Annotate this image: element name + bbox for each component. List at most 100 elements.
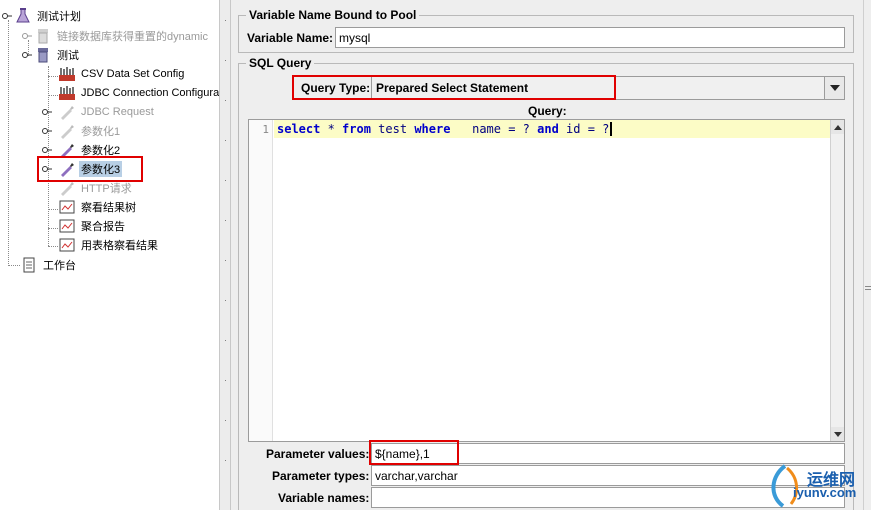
tree-item-label: JDBC Request bbox=[81, 105, 154, 118]
tree-item-label: 用表格察看结果 bbox=[81, 239, 158, 252]
tree-item-label: 参数化3 bbox=[79, 160, 123, 177]
tree-line bbox=[8, 265, 20, 266]
pool-group-title: Variable Name Bound to Pool bbox=[246, 8, 420, 22]
query-type-label: Query Type: bbox=[301, 81, 371, 95]
query-label: Query: bbox=[528, 104, 567, 118]
tree-line bbox=[48, 228, 58, 229]
sampler-pipette-icon bbox=[58, 180, 76, 196]
splitter-grip bbox=[225, 420, 226, 421]
tree-item-http-request[interactable]: HTTP请求 bbox=[58, 178, 134, 197]
scroll-grip bbox=[865, 289, 871, 290]
keyword: from bbox=[342, 122, 371, 136]
tree-line bbox=[48, 95, 58, 96]
tree-item-aggregate-report[interactable]: 聚合报告 bbox=[58, 216, 127, 235]
code-text: name = ? bbox=[450, 122, 538, 136]
tree-item-label: JDBC Connection Configurat bbox=[81, 86, 219, 99]
line-number-gutter: 1 bbox=[249, 120, 273, 441]
flask-icon bbox=[14, 7, 32, 24]
variable-name-label: Variable Name: bbox=[247, 31, 334, 45]
parameter-values-input[interactable] bbox=[371, 443, 845, 464]
tree-item-param-1[interactable]: 参数化1 bbox=[42, 121, 122, 140]
scroll-up-icon[interactable] bbox=[831, 120, 844, 134]
tree-item-label: HTTP请求 bbox=[81, 182, 132, 195]
config-icon bbox=[58, 66, 76, 82]
scroll-grip bbox=[865, 286, 871, 287]
thread-group-icon bbox=[34, 28, 52, 44]
sampler-pipette-icon bbox=[58, 123, 76, 139]
tree-item-thread-group-disabled[interactable]: 链接数据库获得重置的dynamic bbox=[22, 26, 210, 45]
keyword: and bbox=[537, 122, 559, 136]
code-text: test bbox=[370, 122, 415, 136]
splitter-grip bbox=[225, 100, 226, 101]
tree-item-jdbc-request[interactable]: JDBC Request bbox=[42, 102, 156, 121]
listener-icon bbox=[58, 218, 76, 234]
variable-name-input[interactable] bbox=[335, 27, 845, 48]
code-text: id = ? bbox=[558, 122, 610, 136]
tree-item-label: 测试计划 bbox=[37, 10, 81, 23]
expand-toggle-icon[interactable] bbox=[42, 164, 52, 174]
query-type-value: Prepared Select Statement bbox=[376, 81, 529, 95]
tree-item-label: 链接数据库获得重置的dynamic bbox=[57, 30, 208, 43]
query-type-select[interactable]: Prepared Select Statement bbox=[371, 76, 845, 100]
sql-query-group-title: SQL Query bbox=[246, 56, 315, 70]
sampler-pipette-icon bbox=[58, 104, 76, 120]
expand-toggle-icon[interactable] bbox=[2, 11, 12, 21]
parameter-types-label: Parameter types: bbox=[272, 469, 370, 483]
line-number: 1 bbox=[262, 123, 269, 136]
sampler-pipette-icon bbox=[58, 161, 76, 177]
tree-item-test-plan[interactable]: 测试计划 bbox=[2, 6, 83, 25]
expand-toggle-icon[interactable] bbox=[22, 50, 32, 60]
expand-toggle-icon[interactable] bbox=[42, 145, 52, 155]
keyword: where bbox=[414, 122, 451, 136]
workbench-icon bbox=[20, 257, 38, 273]
splitter-grip bbox=[225, 20, 226, 21]
expand-toggle-icon[interactable] bbox=[42, 107, 52, 117]
panel-scrollbar[interactable] bbox=[863, 0, 871, 510]
tree-item-csv-config[interactable]: CSV Data Set Config bbox=[58, 64, 186, 83]
tree-item-param-2[interactable]: 参数化2 bbox=[42, 140, 122, 159]
sql-code-line[interactable]: select * from test where name = ? and id… bbox=[274, 120, 830, 138]
tree-item-label: CSV Data Set Config bbox=[81, 67, 185, 80]
tree-item-view-results-tree[interactable]: 察看结果树 bbox=[58, 197, 138, 216]
splitter-grip bbox=[225, 380, 226, 381]
text-caret bbox=[610, 122, 613, 136]
splitter-grip bbox=[225, 60, 226, 61]
parameter-values-label: Parameter values: bbox=[266, 447, 370, 461]
sampler-pipette-icon bbox=[58, 142, 76, 158]
variable-names-label: Variable names: bbox=[278, 491, 370, 505]
chevron-down-icon[interactable] bbox=[824, 77, 844, 99]
tree-line bbox=[48, 246, 58, 247]
tree-item-label: 聚合报告 bbox=[81, 220, 125, 233]
tree-item-jdbc-config[interactable]: JDBC Connection Configurat bbox=[58, 83, 219, 102]
sql-query-editor[interactable]: 1 select * from test where name = ? and … bbox=[248, 119, 845, 442]
tree-item-param-3[interactable]: 参数化3 bbox=[42, 159, 123, 178]
listener-icon bbox=[58, 199, 76, 215]
keyword: select bbox=[277, 122, 321, 136]
listener-icon bbox=[58, 237, 76, 253]
splitter-grip bbox=[225, 300, 226, 301]
splitter-grip bbox=[225, 340, 226, 341]
tree-line bbox=[48, 76, 58, 77]
watermark-url: iyunv.com bbox=[793, 485, 857, 500]
thread-group-icon bbox=[34, 47, 52, 63]
editor-scrollbar[interactable] bbox=[830, 120, 844, 441]
splitter-grip bbox=[225, 180, 226, 181]
tree-item-view-results-table[interactable]: 用表格察看结果 bbox=[58, 235, 160, 254]
test-plan-tree[interactable]: 测试计划 链接数据库获得重置的dynamic 测试 CSV Data Set C… bbox=[0, 0, 219, 510]
scroll-down-icon[interactable] bbox=[831, 427, 844, 441]
jdbc-request-panel: Variable Name Bound to Pool Variable Nam… bbox=[231, 0, 871, 510]
tree-line bbox=[8, 20, 9, 266]
panel-splitter[interactable] bbox=[219, 0, 231, 510]
expand-toggle-icon[interactable] bbox=[22, 31, 32, 41]
tree-item-label: 工作台 bbox=[43, 259, 76, 272]
tree-item-label: 测试 bbox=[57, 49, 79, 62]
tree-item-thread-group[interactable]: 测试 bbox=[22, 45, 81, 64]
tree-item-label: 察看结果树 bbox=[81, 201, 136, 214]
tree-line bbox=[48, 209, 58, 210]
expand-toggle-icon[interactable] bbox=[42, 126, 52, 136]
tree-item-workbench[interactable]: 工作台 bbox=[20, 255, 78, 274]
tree-item-label: 参数化1 bbox=[81, 125, 121, 138]
config-icon bbox=[58, 85, 76, 101]
splitter-grip bbox=[225, 140, 226, 141]
splitter-grip bbox=[225, 260, 226, 261]
